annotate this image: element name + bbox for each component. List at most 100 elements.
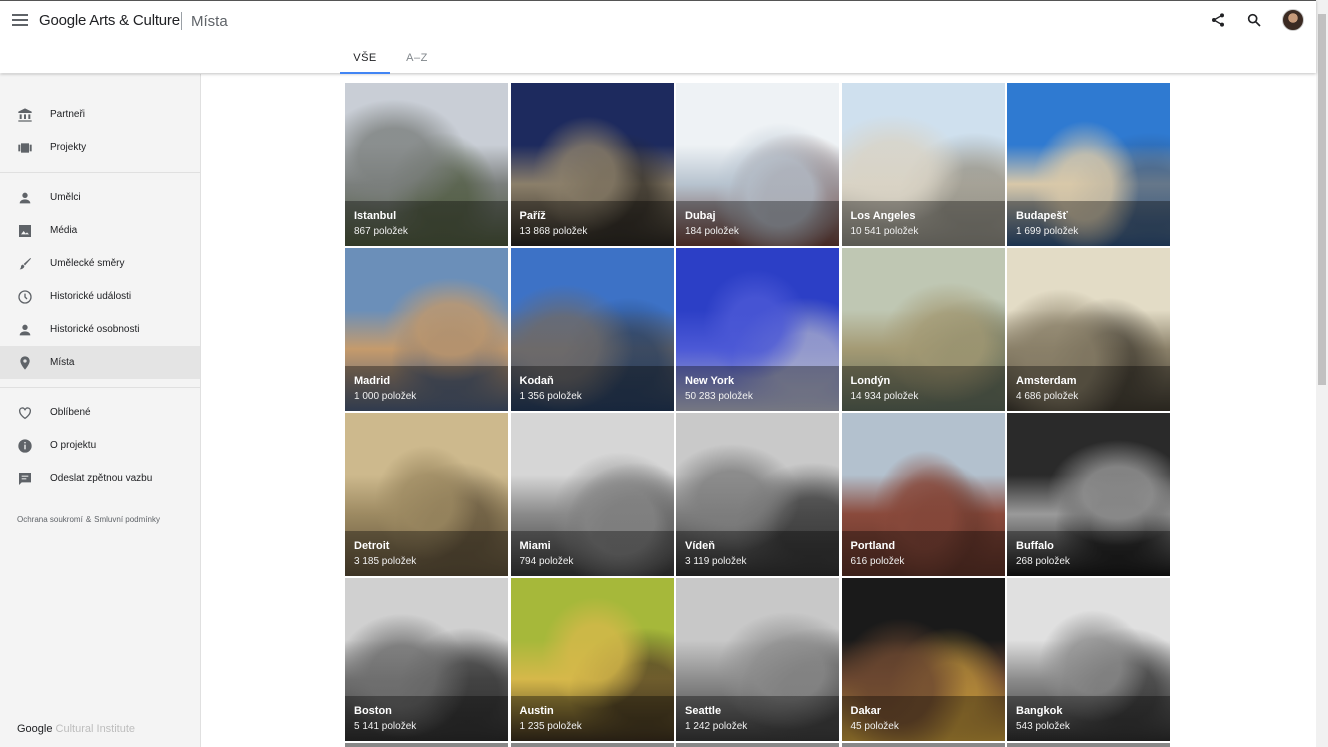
place-tile-buffalo[interactable]: Buffalo 268 položek (1007, 413, 1170, 576)
tile-caption-overlay (841, 366, 1005, 411)
place-item-count: 5 141 položek (354, 721, 417, 732)
tile-caption-overlay (345, 201, 508, 246)
place-tile-istanbul[interactable]: Istanbul 867 položek (345, 83, 508, 246)
tile-caption-overlay (676, 366, 839, 411)
person-icon (17, 322, 33, 338)
place-tile-pariz[interactable]: Paříž 13 868 položek (510, 83, 674, 246)
sidebar-item-about[interactable]: O projektu (0, 429, 200, 462)
search-icon[interactable] (1246, 12, 1262, 28)
scrollbar-thumb[interactable] (1318, 14, 1326, 385)
privacy-link[interactable]: Ochrana soukromí (17, 515, 83, 524)
place-name: Budapešť (1016, 210, 1068, 222)
sidebar: Partneři Projekty Umělci Média Umělecké … (0, 74, 201, 747)
sidebar-item-label: Místa (50, 357, 75, 368)
place-tile-boston[interactable]: Boston 5 141 položek (345, 578, 508, 741)
brush-icon (17, 256, 33, 272)
hamburger-menu-icon[interactable] (12, 14, 28, 28)
place-item-count: 3 119 položek (685, 556, 747, 567)
tile-peek (841, 743, 1005, 747)
sidebar-item-historical-figures[interactable]: Historické osobnosti (0, 313, 200, 346)
sidebar-item-label: Umělecké směry (50, 258, 125, 269)
place-name: Detroit (354, 540, 390, 552)
tile-caption-overlay (1007, 366, 1170, 411)
image-icon (17, 223, 33, 239)
terms-link[interactable]: Smluvní podmínky (94, 515, 160, 524)
place-item-count: 543 položek (1016, 721, 1070, 732)
tile-caption-overlay (676, 696, 839, 741)
sidebar-item-projects[interactable]: Projekty (0, 131, 200, 164)
page-title: Místa (191, 13, 228, 30)
place-tile-portland[interactable]: Portland 616 položek (841, 413, 1005, 576)
place-tile-londyn[interactable]: Londýn 14 934 položek (841, 248, 1005, 411)
place-tile-viden[interactable]: Vídeň 3 119 položek (676, 413, 839, 576)
heart-icon (17, 405, 33, 421)
place-tile-bangkok[interactable]: Bangkok 543 položek (1007, 578, 1170, 741)
place-item-count: 50 283 položek (685, 391, 753, 402)
sidebar-item-artists[interactable]: Umělci (0, 181, 200, 214)
sidebar-item-label: Historické události (50, 291, 132, 302)
place-name: Bangkok (1016, 705, 1063, 717)
sidebar-item-partners[interactable]: Partneři (0, 98, 200, 131)
top-app-bar: Google Arts & Culture Místa VŠE A–Z (0, 0, 1316, 74)
place-tile-kodan[interactable]: Kodaň 1 356 položek (510, 248, 674, 411)
sidebar-group-browse: Umělci Média Umělecké směry Historické u… (0, 173, 200, 388)
header-actions (1210, 9, 1304, 31)
brand-logo[interactable]: Google Arts & Culture (39, 12, 180, 29)
sidebar-item-places[interactable]: Místa (0, 346, 200, 379)
place-name: Dakar (850, 705, 882, 717)
sidebar-item-historical-events[interactable]: Historické události (0, 280, 200, 313)
place-name: Buffalo (1016, 540, 1054, 552)
tab-bar: VŠE A–Z (340, 41, 442, 74)
legal-links: Ochrana soukromí & Smluvní podmínky (0, 495, 200, 524)
place-tile-budapest[interactable]: Budapešť 1 699 položek (1007, 83, 1170, 246)
person-icon (17, 190, 33, 206)
share-icon[interactable] (1210, 12, 1226, 28)
legal-separator: & (85, 515, 92, 524)
place-item-count: 184 položek (685, 226, 739, 237)
tile-caption-overlay (345, 531, 508, 576)
place-item-count: 1 235 položek (519, 721, 582, 732)
place-name: Madrid (354, 375, 391, 387)
sidebar-item-feedback[interactable]: Odeslat zpětnou vazbu (0, 462, 200, 495)
tile-caption-overlay (1007, 201, 1170, 246)
place-tile-dubaj[interactable]: Dubaj 184 položek (676, 83, 839, 246)
place-item-count: 867 položek (354, 226, 408, 237)
tile-caption-overlay (841, 696, 1005, 741)
account-avatar[interactable] (1282, 9, 1304, 31)
tab-all[interactable]: VŠE (340, 41, 390, 74)
info-icon (17, 438, 33, 454)
place-tile-seattle[interactable]: Seattle 1 242 položek (676, 578, 839, 741)
place-item-count: 1 356 položek (519, 391, 582, 402)
place-item-count: 10 541 položek (850, 226, 919, 237)
sidebar-item-favorites[interactable]: Oblíbené (0, 396, 200, 429)
header-divider (181, 12, 182, 30)
sidebar-item-art-movements[interactable]: Umělecké směry (0, 247, 200, 280)
place-tile-austin[interactable]: Austin 1 235 položek (510, 578, 674, 741)
places-grid: Istanbul 867 položek Paříž 13 868 položek Du… (345, 83, 1172, 741)
tile-peek (510, 743, 674, 747)
tile-caption-overlay (1007, 531, 1170, 576)
place-tile-amsterdam[interactable]: Amsterdam 4 686 položek (1007, 248, 1170, 411)
sidebar-item-label: Oblíbené (50, 407, 91, 418)
place-item-count: 1 699 položek (1016, 226, 1079, 237)
place-name: Kodaň (519, 375, 554, 387)
tile-caption-overlay (676, 531, 839, 576)
tile-caption-overlay (676, 201, 839, 246)
place-tile-new-york[interactable]: New York 50 283 položek (676, 248, 839, 411)
place-tile-miami[interactable]: Miami 794 položek (510, 413, 674, 576)
next-row-peek (345, 743, 1172, 747)
place-tile-dakar[interactable]: Dakar 45 položek (841, 578, 1005, 741)
place-name: Boston (354, 705, 392, 717)
page-scrollbar[interactable] (1316, 0, 1328, 747)
place-item-count: 45 položek (850, 721, 899, 732)
footer-google: Google (17, 723, 53, 735)
place-tile-los-angeles[interactable]: Los Angeles 10 541 položek (841, 83, 1005, 246)
sidebar-item-media[interactable]: Média (0, 214, 200, 247)
place-tile-madrid[interactable]: Madrid 1 000 položek (345, 248, 508, 411)
sidebar-item-label: Odeslat zpětnou vazbu (50, 473, 153, 484)
tab-a-z[interactable]: A–Z (392, 41, 442, 74)
place-name: Paříž (519, 210, 546, 222)
sidebar-item-label: Média (50, 225, 78, 236)
place-tile-detroit[interactable]: Detroit 3 185 položek (345, 413, 508, 576)
tile-caption-overlay (510, 201, 674, 246)
